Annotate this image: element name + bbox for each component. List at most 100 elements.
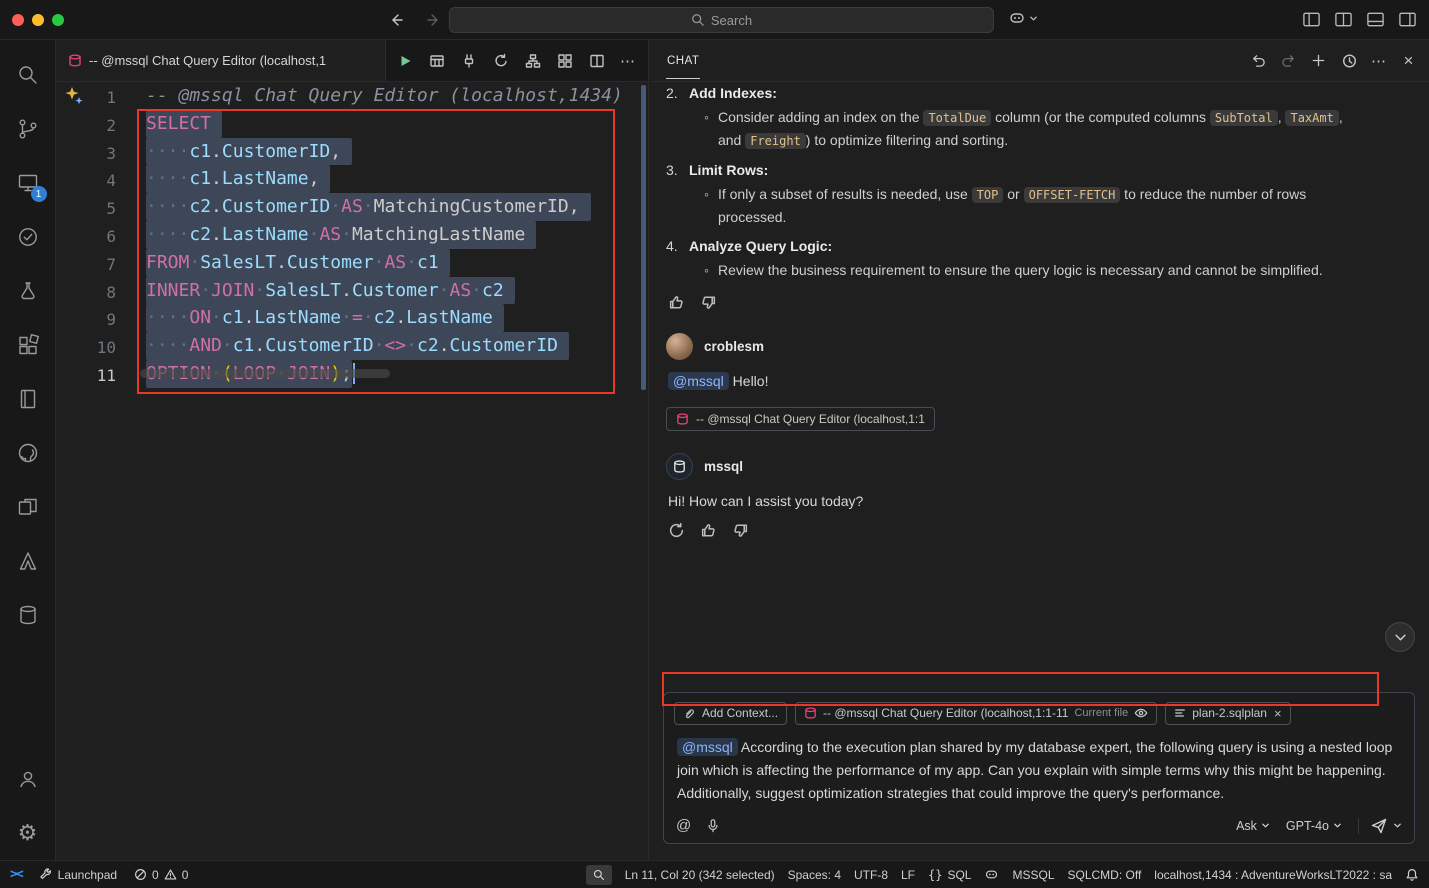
mssql-status-item[interactable]: MSSQL — [1012, 868, 1054, 882]
encoding-status[interactable]: UTF-8 — [854, 868, 888, 882]
redo-icon[interactable] — [1280, 52, 1297, 69]
maximize-window-button[interactable] — [52, 14, 64, 26]
close-panel-icon[interactable]: × — [1400, 52, 1417, 69]
assistant-message-header: mssql — [666, 453, 1413, 480]
cursor-position-status[interactable]: Ln 11, Col 20 (342 selected) — [625, 868, 775, 882]
remote-explorer-icon[interactable]: 1 — [4, 156, 52, 210]
toggle-panel-icon[interactable] — [1366, 10, 1385, 29]
mention-picker-icon[interactable]: @ — [676, 817, 691, 834]
close-window-button[interactable] — [12, 14, 24, 26]
code-line[interactable]: 2SELECT — [56, 110, 648, 138]
code-line[interactable]: 8INNER·JOIN·SalesLT.Customer·AS·c2 — [56, 277, 648, 305]
code-line[interactable]: 5····c2.CustomerID·AS·MatchingCustomerID… — [56, 193, 648, 221]
toggle-right-sidebar-icon[interactable] — [1398, 10, 1417, 29]
code-line[interactable]: 6····c2.LastName·AS·MatchingLastName — [56, 221, 648, 249]
results-grid-icon[interactable] — [428, 52, 445, 69]
zoom-status-item[interactable] — [586, 865, 612, 885]
attached-file-chip[interactable]: -- @mssql Chat Query Editor (localhost,1… — [795, 702, 1157, 725]
plan-file-icon — [1174, 707, 1186, 719]
copilot-status-icon[interactable] — [984, 867, 999, 882]
thumbs-down-icon[interactable] — [700, 294, 717, 311]
message-attachment-chip[interactable]: -- @mssql Chat Query Editor (localhost,1… — [666, 407, 935, 431]
chat-input-widget[interactable]: Add Context... -- @mssql Chat Query Edit… — [663, 692, 1415, 844]
navigate-forward-button[interactable] — [423, 9, 445, 31]
change-connection-icon[interactable] — [492, 52, 509, 69]
inline-code: Freight — [745, 133, 806, 149]
problems-status-item[interactable]: 0 0 — [134, 868, 188, 882]
undo-icon[interactable] — [1250, 52, 1267, 69]
add-context-button[interactable]: Add Context... — [674, 702, 787, 725]
chat-tab-label[interactable]: CHAT — [666, 42, 700, 79]
command-center-search[interactable]: Search — [449, 7, 994, 33]
accounts-icon[interactable] — [4, 752, 52, 806]
eol-status[interactable]: LF — [901, 868, 915, 882]
eye-icon[interactable] — [1134, 706, 1148, 720]
testing-check-icon[interactable] — [4, 210, 52, 264]
mssql-extension-icon[interactable] — [4, 588, 52, 642]
new-chat-icon[interactable] — [1310, 52, 1327, 69]
language-mode-status[interactable]: {} SQL — [928, 868, 971, 882]
toggle-left-sidebar-icon[interactable] — [1302, 10, 1321, 29]
azure-icon[interactable] — [4, 534, 52, 588]
assistant-message-text: Hi! How can I assist you today? — [668, 493, 1413, 509]
editor-tab-bar: -- @mssql Chat Query Editor (localhost,1… — [56, 40, 648, 82]
code-line[interactable]: 4····c1.LastName, — [56, 165, 648, 193]
horizontal-scrollbar[interactable] — [140, 369, 390, 378]
error-count: 0 — [152, 868, 159, 882]
more-actions-icon[interactable]: ⋯ — [620, 52, 636, 70]
schema-designer-icon[interactable] — [524, 52, 541, 69]
thumbs-up-icon[interactable] — [700, 522, 717, 539]
references-icon[interactable] — [4, 480, 52, 534]
settings-gear-icon[interactable]: ⚙ — [4, 806, 52, 860]
attached-file-suffix: Current file — [1074, 707, 1128, 719]
more-actions-icon[interactable]: ⋯ — [1370, 52, 1387, 69]
microphone-icon[interactable] — [706, 818, 720, 833]
regenerate-icon[interactable] — [668, 522, 685, 539]
remove-attachment-icon[interactable]: × — [1274, 706, 1282, 721]
navigate-back-button[interactable] — [385, 9, 407, 31]
user-message-text: @mssql Hello! — [668, 373, 1413, 389]
split-editor-icon[interactable] — [588, 52, 605, 69]
notifications-bell-icon[interactable] — [1405, 868, 1419, 882]
vscode-window: Search 1 ⚙ — [0, 0, 1429, 888]
window-controls — [12, 14, 64, 26]
attached-plan-chip[interactable]: plan-2.sqlplan × — [1165, 702, 1290, 725]
search-view-icon[interactable] — [4, 48, 52, 102]
code-editor[interactable]: 1-- @mssql Chat Query Editor (localhost,… — [56, 82, 648, 388]
github-icon[interactable] — [4, 426, 52, 480]
notebook-icon[interactable] — [4, 372, 52, 426]
scroll-to-bottom-button[interactable] — [1385, 622, 1415, 652]
source-control-icon[interactable] — [4, 102, 52, 156]
thumbs-up-icon[interactable] — [668, 294, 685, 311]
chat-history-icon[interactable] — [1340, 52, 1357, 69]
chat-mode-dropdown[interactable]: Ask — [1236, 819, 1270, 833]
connection-status-item[interactable]: localhost,1434 : AdventureWorksLT2022 : … — [1154, 868, 1392, 882]
model-picker-dropdown[interactable]: GPT-4o — [1286, 819, 1342, 833]
assistant-name: mssql — [704, 459, 743, 474]
query-plan-icon[interactable] — [556, 52, 573, 69]
line-number: 7 — [56, 249, 116, 277]
code-line[interactable]: 3····c1.CustomerID, — [56, 138, 648, 166]
sqlcmd-status-item[interactable]: SQLCMD: Off — [1068, 868, 1142, 882]
copilot-sparkle-icon[interactable] — [64, 86, 84, 106]
launchpad-status-item[interactable]: Launchpad — [39, 868, 117, 882]
run-debug-icon[interactable] — [4, 264, 52, 318]
thumbs-down-icon[interactable] — [732, 522, 749, 539]
code-line[interactable]: 1-- @mssql Chat Query Editor (localhost,… — [56, 82, 648, 110]
overview-ruler-selection[interactable] — [641, 85, 646, 390]
minimize-window-button[interactable] — [32, 14, 44, 26]
chat-panel-header: CHAT ⋯ × — [650, 40, 1429, 82]
copilot-menu-button[interactable] — [1008, 9, 1038, 27]
connect-plug-icon[interactable] — [460, 52, 477, 69]
toggle-split-editor-icon[interactable] — [1334, 10, 1353, 29]
chat-input-text[interactable]: @mssql According to the execution plan s… — [674, 725, 1404, 814]
code-line[interactable]: 9····ON·c1.LastName·=·c2.LastName — [56, 304, 648, 332]
extensions-icon[interactable] — [4, 318, 52, 372]
run-query-icon[interactable] — [396, 52, 413, 69]
editor-tab[interactable]: -- @mssql Chat Query Editor (localhost,1 — [56, 40, 386, 81]
remote-indicator[interactable]: >< — [10, 867, 22, 882]
code-line[interactable]: 7FROM·SalesLT.Customer·AS·c1 — [56, 249, 648, 277]
indentation-status[interactable]: Spaces: 4 — [788, 868, 841, 882]
code-line[interactable]: 10····AND·c1.CustomerID·<>·c2.CustomerID — [56, 332, 648, 360]
send-button[interactable] — [1358, 818, 1402, 834]
